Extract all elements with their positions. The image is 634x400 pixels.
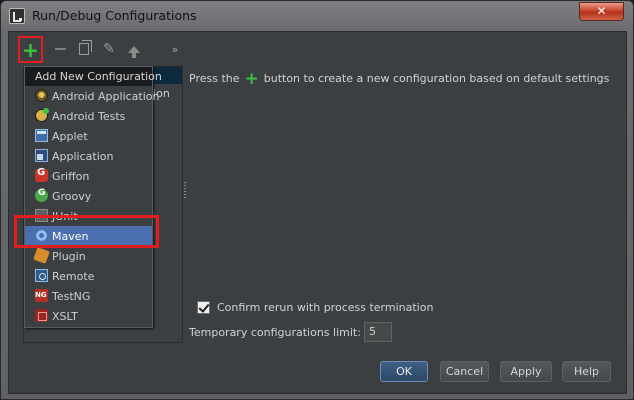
temporary-limit-input[interactable]: 5: [363, 322, 392, 342]
remove-configuration-button[interactable]: [51, 40, 69, 58]
wrench-icon: ✎: [103, 41, 115, 57]
hint-text-after: button to create a new configuration bas…: [263, 72, 610, 85]
menu-item-xslt[interactable]: XSLT: [25, 306, 152, 326]
menu-item-android-tests[interactable]: Android Tests: [25, 106, 152, 126]
testng-icon: [35, 289, 48, 302]
maven-highlight-box: [14, 215, 159, 248]
menu-item-application[interactable]: Application: [25, 146, 152, 166]
double-chevron-right-icon: »: [171, 42, 179, 56]
menu-item-label: Android Tests: [52, 109, 126, 123]
popup-title: Add New Configuration: [25, 67, 162, 86]
menu-item-applet[interactable]: Applet: [25, 126, 152, 146]
plus-icon: +: [244, 68, 259, 89]
run-debug-configurations-window: Run/Debug Configurations ✕ + ✎ » ation A…: [0, 0, 634, 400]
griffon-icon: [35, 167, 48, 182]
applet-icon: [35, 129, 48, 142]
menu-item-testng[interactable]: TestNG: [25, 286, 152, 306]
window-title: Run/Debug Configurations: [32, 8, 197, 23]
menu-item-plugin[interactable]: Plugin: [25, 246, 152, 266]
plus-icon: +: [22, 37, 39, 62]
add-new-configuration-popup: Add New Configuration Android Applicatio…: [24, 66, 162, 328]
menu-item-griffon[interactable]: Griffon: [25, 166, 152, 186]
confirm-rerun-label: Confirm rerun with process termination: [217, 301, 434, 314]
help-button[interactable]: Help: [562, 361, 611, 382]
move-up-button[interactable]: [125, 40, 143, 58]
android-application-icon: [35, 89, 48, 102]
application-icon: [35, 149, 48, 162]
xslt-icon: [35, 309, 48, 322]
intellij-app-icon: [9, 8, 25, 24]
menu-item-label: Remote: [52, 269, 95, 283]
copy-icon: [79, 40, 92, 55]
title-bar[interactable]: Run/Debug Configurations ✕: [1, 1, 633, 31]
copy-configuration-button[interactable]: [75, 40, 93, 58]
plugin-icon: [33, 247, 50, 264]
empty-state-hint: Press the + button to create a new confi…: [189, 68, 610, 89]
apply-button[interactable]: Apply: [500, 361, 552, 382]
temporary-limit-label: Temporary configurations limit:: [189, 325, 361, 339]
menu-item-label: Plugin: [52, 249, 86, 263]
cancel-button[interactable]: Cancel: [440, 361, 489, 382]
temporary-limit-row: Temporary configurations limit: 5: [189, 322, 392, 342]
hint-text-before: Press the: [189, 72, 240, 85]
menu-item-label: Groovy: [52, 189, 92, 203]
menu-item-label: Griffon: [52, 169, 90, 183]
menu-item-label: Applet: [52, 129, 88, 143]
menu-item-remote[interactable]: Remote: [25, 266, 152, 286]
panel-splitter[interactable]: [184, 182, 186, 198]
menu-item-label: Android Application: [52, 89, 160, 103]
dialog-content: + ✎ » ation Add New Configuration Androi…: [8, 31, 627, 394]
more-actions-button[interactable]: »: [166, 40, 184, 58]
menu-item-label: Application: [52, 149, 114, 163]
android-tests-icon: [35, 108, 49, 122]
edit-defaults-button[interactable]: ✎: [100, 40, 118, 58]
minus-icon: [54, 48, 66, 50]
ok-button[interactable]: OK: [380, 361, 428, 382]
close-button[interactable]: ✕: [579, 2, 624, 21]
menu-item-groovy[interactable]: Groovy: [25, 186, 152, 206]
confirm-rerun-checkbox[interactable]: [197, 301, 210, 314]
menu-item-label: TestNG: [52, 289, 91, 303]
menu-item-android-application[interactable]: Android Application: [25, 86, 160, 106]
confirm-rerun-option[interactable]: Confirm rerun with process termination: [197, 301, 433, 314]
remote-icon: [35, 269, 48, 282]
groovy-icon: [35, 188, 48, 202]
add-configuration-button[interactable]: +: [18, 36, 43, 63]
menu-item-label: XSLT: [52, 309, 78, 323]
arrow-up-icon: [128, 45, 140, 58]
